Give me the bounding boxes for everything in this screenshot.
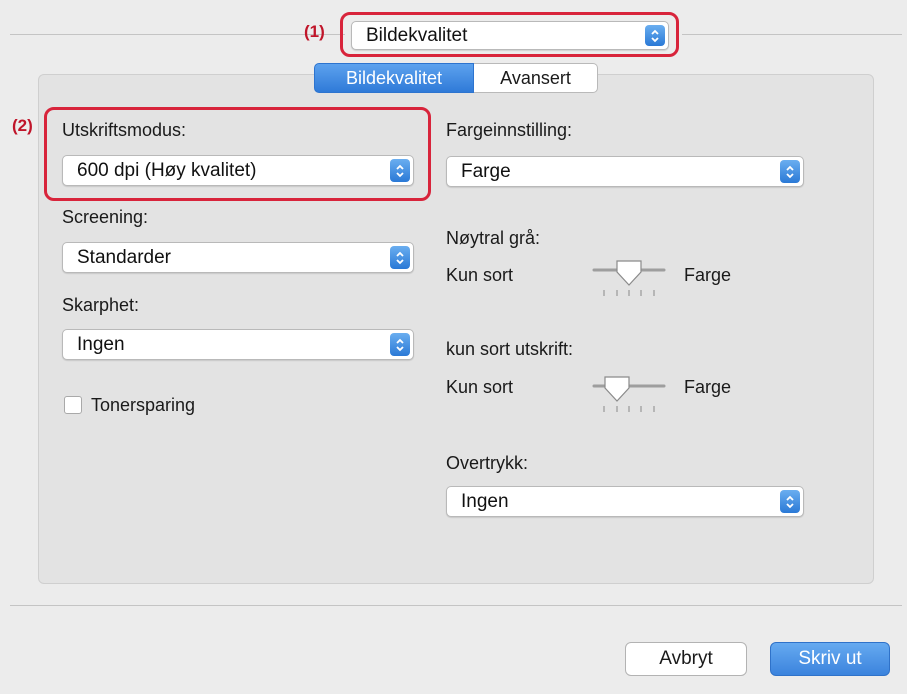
tab-avansert[interactable]: Avansert [474,63,598,93]
overprint-value: Ingen [461,490,509,512]
stepper-icon [390,333,410,356]
black-only-print-max-label: Farge [684,377,732,397]
neutral-gray-min-label: Kun sort [446,265,514,285]
panel-select-popup[interactable]: Bildekvalitet [351,21,669,50]
toner-save-label: Tonersparing [91,395,196,415]
screening-value: Standarder [77,246,172,268]
cancel-button[interactable]: Avbryt [625,642,747,676]
stepper-icon [780,160,800,183]
stepper-icon [780,490,800,513]
callout-number-2: (2) [12,116,33,135]
overprint-label: Overtrykk: [446,453,529,473]
color-setting-label: Fargeinnstilling: [446,120,573,140]
toner-save-checkbox[interactable] [64,396,82,414]
black-only-print-label: kun sort utskrift: [446,339,574,359]
bottom-divider [10,605,902,606]
callout-number-1: (1) [304,22,325,41]
color-setting-value: Farge [461,160,511,182]
sharpness-select[interactable]: Ingen [62,329,414,360]
top-divider-right [682,34,902,35]
black-only-print-slider[interactable] [590,372,668,416]
stepper-icon [390,246,410,269]
print-mode-value: 600 dpi (Høy kvalitet) [77,159,257,181]
sharpness-label: Skarphet: [62,295,140,315]
neutral-gray-slider[interactable] [590,258,668,302]
top-divider-left [10,34,345,35]
screening-label: Screening: [62,207,149,227]
slider-track-icon [592,376,666,412]
tab-bildekvalitet[interactable]: Bildekvalitet [314,63,474,93]
black-only-print-min-label: Kun sort [446,377,514,397]
neutral-gray-max-label: Farge [684,265,732,285]
print-mode-label: Utskriftsmodus: [62,120,187,140]
print-mode-select[interactable]: 600 dpi (Høy kvalitet) [62,155,414,186]
stepper-icon [645,25,665,46]
sharpness-value: Ingen [77,333,125,355]
panel-select-value: Bildekvalitet [366,24,468,46]
overprint-select[interactable]: Ingen [446,486,804,517]
screening-select[interactable]: Standarder [62,242,414,273]
stepper-icon [390,159,410,182]
color-setting-select[interactable]: Farge [446,156,804,187]
neutral-gray-label: Nøytral grå: [446,228,541,248]
print-button[interactable]: Skriv ut [770,642,890,676]
slider-track-icon [592,260,666,296]
